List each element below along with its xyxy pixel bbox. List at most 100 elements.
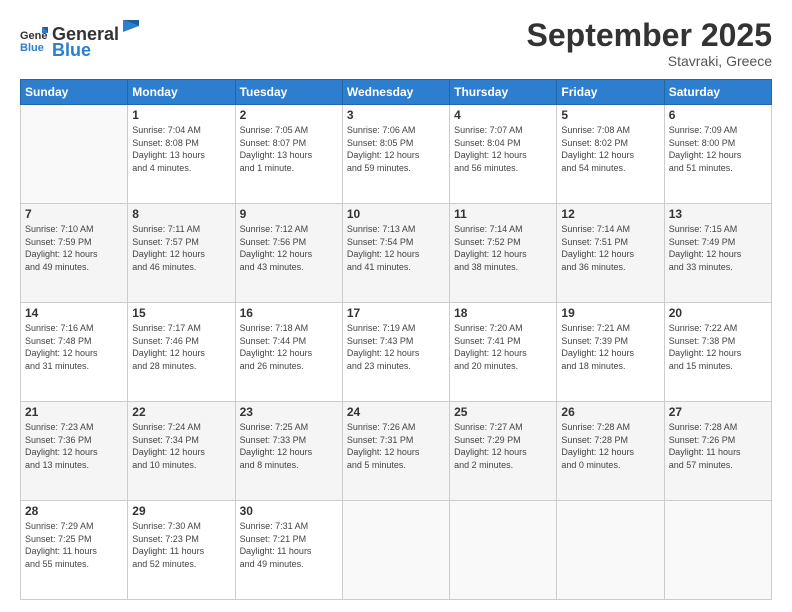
logo-blue: Blue <box>52 40 91 60</box>
table-row <box>557 501 664 600</box>
day-number: 11 <box>454 207 552 221</box>
day-number: 18 <box>454 306 552 320</box>
day-info: Sunrise: 7:17 AM Sunset: 7:46 PM Dayligh… <box>132 322 230 372</box>
day-info: Sunrise: 7:11 AM Sunset: 7:57 PM Dayligh… <box>132 223 230 273</box>
day-number: 6 <box>669 108 767 122</box>
day-info: Sunrise: 7:04 AM Sunset: 8:08 PM Dayligh… <box>132 124 230 174</box>
day-info: Sunrise: 7:25 AM Sunset: 7:33 PM Dayligh… <box>240 421 338 471</box>
day-number: 12 <box>561 207 659 221</box>
day-info: Sunrise: 7:13 AM Sunset: 7:54 PM Dayligh… <box>347 223 445 273</box>
table-row: 8Sunrise: 7:11 AM Sunset: 7:57 PM Daylig… <box>128 204 235 303</box>
day-number: 3 <box>347 108 445 122</box>
day-number: 20 <box>669 306 767 320</box>
svg-text:Blue: Blue <box>20 42 44 53</box>
table-row <box>664 501 771 600</box>
table-row: 26 Sunrise: 7:28 AM Sunset: 7:28 PM Dayli… <box>557 402 664 501</box>
table-row: 22 Sunrise: 7:24 AM Sunset: 7:34 PM Dayli… <box>128 402 235 501</box>
table-row: 25 Sunrise: 7:27 AM Sunset: 7:29 PM Dayli… <box>450 402 557 501</box>
logo-text-block: General Blue <box>52 18 141 61</box>
day-info: Sunrise: 7:26 AM Sunset: 7:31 PM Dayligh… <box>347 421 445 471</box>
day-info: Sunrise: 7:09 AM Sunset: 8:00 PM Dayligh… <box>669 124 767 174</box>
table-row <box>21 105 128 204</box>
day-info: Sunrise: 7:29 AM Sunset: 7:25 PM Dayligh… <box>25 520 123 570</box>
logo-flag-icon <box>121 18 141 40</box>
table-row <box>450 501 557 600</box>
header: General Blue General Blue Septemb <box>20 18 772 69</box>
day-info: Sunrise: 7:30 AM Sunset: 7:23 PM Dayligh… <box>132 520 230 570</box>
day-number: 4 <box>454 108 552 122</box>
table-row: 14 Sunrise: 7:16 AM Sunset: 7:48 PM Dayli… <box>21 303 128 402</box>
table-row: 27 Sunrise: 7:28 AM Sunset: 7:26 PM Dayli… <box>664 402 771 501</box>
table-row: 23 Sunrise: 7:25 AM Sunset: 7:33 PM Dayli… <box>235 402 342 501</box>
day-number: 14 <box>25 306 123 320</box>
day-info: Sunrise: 7:14 AM Sunset: 7:52 PM Dayligh… <box>454 223 552 273</box>
table-row: 10 Sunrise: 7:13 AM Sunset: 7:54 PM Dayli… <box>342 204 449 303</box>
day-number: 26 <box>561 405 659 419</box>
day-number: 24 <box>347 405 445 419</box>
day-number: 5 <box>561 108 659 122</box>
day-number: 10 <box>347 207 445 221</box>
table-row: 28 Sunrise: 7:29 AM Sunset: 7:25 PM Dayli… <box>21 501 128 600</box>
day-info: Sunrise: 7:21 AM Sunset: 7:39 PM Dayligh… <box>561 322 659 372</box>
day-number: 28 <box>25 504 123 518</box>
table-row: 17 Sunrise: 7:19 AM Sunset: 7:43 PM Dayli… <box>342 303 449 402</box>
table-row: 19 Sunrise: 7:21 AM Sunset: 7:39 PM Dayli… <box>557 303 664 402</box>
day-info: Sunrise: 7:20 AM Sunset: 7:41 PM Dayligh… <box>454 322 552 372</box>
col-header-saturday: Saturday <box>664 80 771 105</box>
calendar-page: General Blue General Blue Septemb <box>0 0 792 612</box>
col-header-monday: Monday <box>128 80 235 105</box>
day-info: Sunrise: 7:16 AM Sunset: 7:48 PM Dayligh… <box>25 322 123 372</box>
day-info: Sunrise: 7:28 AM Sunset: 7:28 PM Dayligh… <box>561 421 659 471</box>
calendar-row: 28 Sunrise: 7:29 AM Sunset: 7:25 PM Dayli… <box>21 501 772 600</box>
col-header-sunday: Sunday <box>21 80 128 105</box>
calendar-row: 7 Sunrise: 7:10 AM Sunset: 7:59 PM Daylig… <box>21 204 772 303</box>
day-info: Sunrise: 7:19 AM Sunset: 7:43 PM Dayligh… <box>347 322 445 372</box>
day-info: Sunrise: 7:12 AM Sunset: 7:56 PM Dayligh… <box>240 223 338 273</box>
day-number: 17 <box>347 306 445 320</box>
day-info: Sunrise: 7:24 AM Sunset: 7:34 PM Dayligh… <box>132 421 230 471</box>
day-info: Sunrise: 7:28 AM Sunset: 7:26 PM Dayligh… <box>669 421 767 471</box>
table-row: 7 Sunrise: 7:10 AM Sunset: 7:59 PM Daylig… <box>21 204 128 303</box>
day-number: 7 <box>25 207 123 221</box>
day-info: Sunrise: 7:10 AM Sunset: 7:59 PM Dayligh… <box>25 223 123 273</box>
month-title: September 2025 <box>527 18 772 53</box>
logo-icon: General Blue <box>20 25 48 53</box>
table-row: 9Sunrise: 7:12 AM Sunset: 7:56 PM Daylig… <box>235 204 342 303</box>
calendar-row: 21Sunrise: 7:23 AM Sunset: 7:36 PM Dayli… <box>21 402 772 501</box>
table-row <box>342 501 449 600</box>
day-info: Sunrise: 7:05 AM Sunset: 8:07 PM Dayligh… <box>240 124 338 174</box>
table-row: 30Sunrise: 7:31 AM Sunset: 7:21 PM Dayli… <box>235 501 342 600</box>
col-header-wednesday: Wednesday <box>342 80 449 105</box>
day-info: Sunrise: 7:18 AM Sunset: 7:44 PM Dayligh… <box>240 322 338 372</box>
table-row: 6 Sunrise: 7:09 AM Sunset: 8:00 PM Daylig… <box>664 105 771 204</box>
table-row: 5 Sunrise: 7:08 AM Sunset: 8:02 PM Daylig… <box>557 105 664 204</box>
day-info: Sunrise: 7:14 AM Sunset: 7:51 PM Dayligh… <box>561 223 659 273</box>
day-info: Sunrise: 7:07 AM Sunset: 8:04 PM Dayligh… <box>454 124 552 174</box>
calendar-row: 1 Sunrise: 7:04 AM Sunset: 8:08 PM Daylig… <box>21 105 772 204</box>
table-row: 3Sunrise: 7:06 AM Sunset: 8:05 PM Daylig… <box>342 105 449 204</box>
table-row: 29Sunrise: 7:30 AM Sunset: 7:23 PM Dayli… <box>128 501 235 600</box>
calendar-table: Sunday Monday Tuesday Wednesday Thursday… <box>20 79 772 600</box>
day-number: 23 <box>240 405 338 419</box>
table-row: 20 Sunrise: 7:22 AM Sunset: 7:38 PM Dayli… <box>664 303 771 402</box>
table-row: 13Sunrise: 7:15 AM Sunset: 7:49 PM Dayli… <box>664 204 771 303</box>
day-info: Sunrise: 7:22 AM Sunset: 7:38 PM Dayligh… <box>669 322 767 372</box>
table-row: 4 Sunrise: 7:07 AM Sunset: 8:04 PM Daylig… <box>450 105 557 204</box>
col-header-tuesday: Tuesday <box>235 80 342 105</box>
logo: General Blue General Blue <box>20 18 141 61</box>
day-info: Sunrise: 7:27 AM Sunset: 7:29 PM Dayligh… <box>454 421 552 471</box>
day-number: 13 <box>669 207 767 221</box>
day-number: 27 <box>669 405 767 419</box>
day-info: Sunrise: 7:08 AM Sunset: 8:02 PM Dayligh… <box>561 124 659 174</box>
day-number: 22 <box>132 405 230 419</box>
day-number: 2 <box>240 108 338 122</box>
table-row: 15Sunrise: 7:17 AM Sunset: 7:46 PM Dayli… <box>128 303 235 402</box>
subtitle: Stavraki, Greece <box>527 53 772 69</box>
day-number: 16 <box>240 306 338 320</box>
table-row: 24 Sunrise: 7:26 AM Sunset: 7:31 PM Dayli… <box>342 402 449 501</box>
day-number: 25 <box>454 405 552 419</box>
title-block: September 2025 Stavraki, Greece <box>527 18 772 69</box>
day-number: 19 <box>561 306 659 320</box>
day-info: Sunrise: 7:23 AM Sunset: 7:36 PM Dayligh… <box>25 421 123 471</box>
day-number: 1 <box>132 108 230 122</box>
